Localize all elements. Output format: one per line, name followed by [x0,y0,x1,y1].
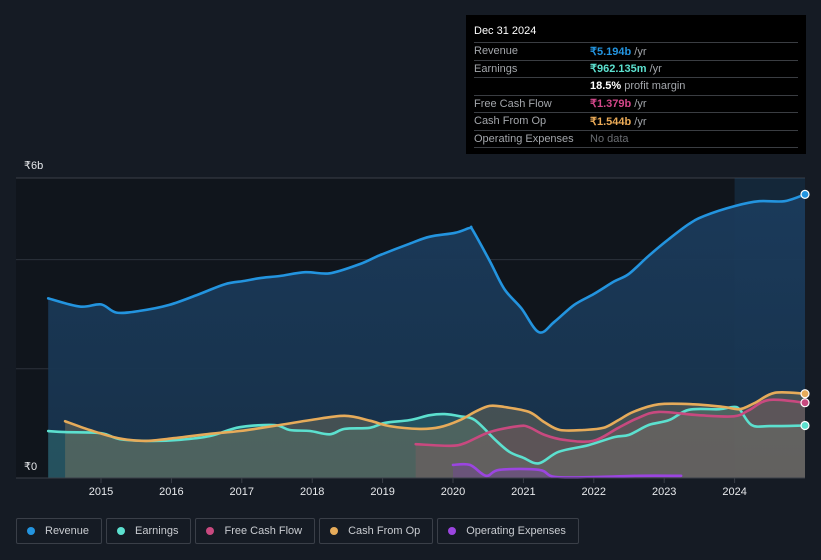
endpoint-free-cash-flow [800,398,810,408]
endpoint-earnings [800,420,810,431]
tooltip-label: Cash From Op [474,115,547,128]
legend-dot-icon [330,527,339,535]
legend-dot-icon [448,527,457,535]
endpoint-cash-from-op [800,389,810,399]
endpoint-revenue [800,189,810,200]
x-tick-label: 2020 [441,486,465,498]
tooltip-value: ₹962.135m /yr [590,63,662,76]
tooltip-label: Free Cash Flow [474,97,552,110]
tooltip-value: No data [590,132,629,145]
tooltip-value: 18.5% profit margin [590,80,686,93]
x-tick-label: 2023 [652,486,676,498]
legend-dot-icon [206,527,215,535]
x-axis-ticks: 2015 2016 2017 2018 2019 2020 2021 2022 2023 2024 [89,478,747,498]
legend-label: Free Cash Flow [224,525,303,537]
x-tick-label: 2022 [582,486,606,498]
tooltip-row: Earnings ₹962.135m /yr [474,61,798,78]
x-tick-label: 2018 [300,486,324,498]
tooltip-rows: Revenue ₹5.194b /yr Earnings ₹962.135m /yr 1… [474,43,798,148]
legend-item-cash-from-op[interactable]: Cash From Op [319,518,434,544]
tooltip-row: Free Cash Flow ₹1.379b /yr [474,96,798,113]
tooltip-row: 18.5% profit margin [474,78,798,96]
legend-item-revenue[interactable]: Revenue [16,518,103,544]
y-tick-label-top: ₹6b [24,160,44,172]
legend-label: Cash From Op [348,525,421,537]
legend-label: Revenue [45,525,90,537]
tooltip-label: Earnings [474,62,518,75]
legend-dot-icon [27,527,35,535]
tooltip-value: ₹1.379b /yr [590,98,647,111]
y-tick-label-zero: ₹0 [24,461,38,473]
legend-item-earnings[interactable]: Earnings [106,518,192,544]
tooltip-value: ₹1.544b /yr [590,115,647,128]
tooltip-date: Dec 31 2024 [474,23,798,43]
legend-item-free-cash-flow[interactable]: Free Cash Flow [195,518,316,544]
x-tick-label: 2017 [230,486,254,498]
legend-label: Operating Expenses [466,525,566,537]
x-tick-label: 2021 [511,486,535,498]
x-tick-label: 2024 [722,486,746,498]
tooltip-row: Operating Expenses No data [474,131,798,148]
legend: Revenue Earnings Free Cash Flow Cash From O… [16,518,579,544]
tooltip-label: Revenue [474,45,519,58]
legend-label: Earnings [135,525,179,537]
x-tick-label: 2015 [89,486,113,498]
legend-dot-icon [117,527,126,535]
x-tick-label: 2016 [159,486,183,498]
legend-item-operating-expenses[interactable]: Operating Expenses [437,518,579,544]
x-tick-label: 2019 [370,486,394,498]
tooltip-label: Operating Expenses [474,132,574,145]
tooltip-panel: Dec 31 2024 Revenue ₹5.194b /yr Earnings ₹9… [466,15,806,154]
tooltip-value: ₹5.194b /yr [590,45,647,58]
tooltip-row: Revenue ₹5.194b /yr [474,43,798,61]
tooltip-row: Cash From Op ₹1.544b /yr [474,113,798,131]
